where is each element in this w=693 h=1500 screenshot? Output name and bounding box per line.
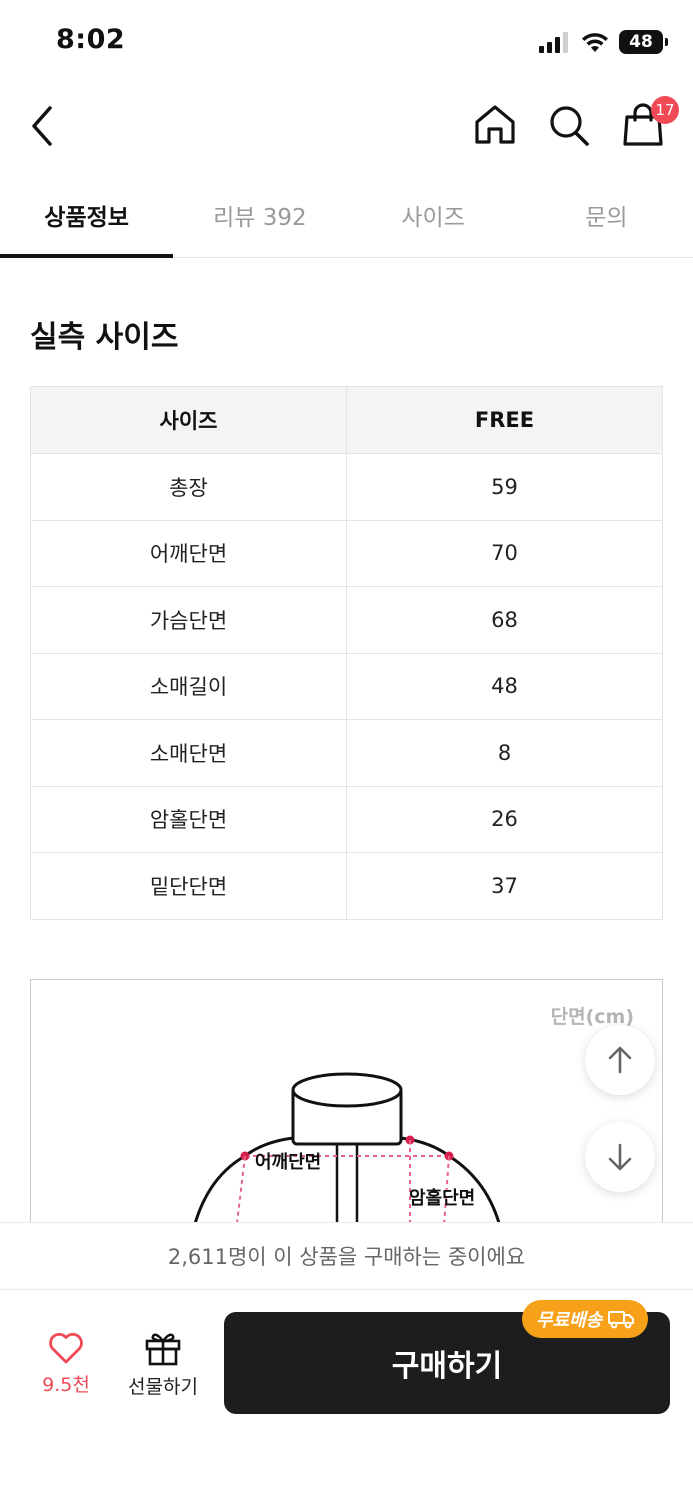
battery-indicator: 48 — [619, 30, 668, 54]
table-row: 소매길이 48 — [30, 652, 663, 720]
measurement-value: 37 — [346, 852, 663, 920]
nav-actions: 17 — [473, 96, 679, 148]
table-row: 가슴단면 68 — [30, 586, 663, 654]
like-count: 9.5천 — [42, 1374, 90, 1396]
measurement-value: 68 — [346, 586, 663, 654]
chevron-left-icon — [32, 106, 52, 146]
table-row: 암홀단면 26 — [30, 785, 663, 853]
measurement-value: 70 — [346, 519, 663, 587]
gift-icon — [145, 1333, 181, 1366]
tab-product-info[interactable]: 상품정보 — [0, 172, 174, 258]
label-shoulder-width: 어깨단면 — [255, 1152, 322, 1173]
measurement-value: 48 — [346, 652, 663, 720]
tab-inquiry[interactable]: 문의 — [520, 172, 693, 257]
tab-size[interactable]: 사이즈 — [347, 172, 520, 257]
home-button[interactable] — [473, 102, 517, 148]
back-button[interactable] — [24, 104, 64, 148]
label-armhole-width: 암홀단면 — [409, 1188, 476, 1209]
product-tabs: 상품정보 리뷰 392 사이즈 문의 — [0, 172, 693, 258]
top-nav-bar: 17 — [0, 84, 693, 170]
measurement-name: 어깨단면 — [30, 519, 347, 587]
heart-icon — [49, 1332, 83, 1364]
search-icon — [550, 106, 589, 146]
scroll-up-button[interactable] — [585, 1025, 655, 1095]
measurement-value: 8 — [346, 719, 663, 787]
measurement-name: 밑단단면 — [30, 852, 347, 920]
like-button[interactable]: 9.5천 — [30, 1332, 102, 1397]
delivery-truck-icon — [608, 1311, 635, 1329]
table-header-row: 사이즈 FREE — [30, 386, 663, 454]
arrow-down-icon — [608, 1143, 632, 1171]
bottom-purchase-bar: 9.5천 선물하기 구매하기 무료배송 — [0, 1290, 693, 1500]
buyers-notice: 2,611명이 이 상품을 구매하는 중이에요 — [0, 1222, 693, 1290]
wifi-icon — [582, 33, 608, 52]
measurement-name: 암홀단면 — [30, 785, 347, 853]
measurement-name: 가슴단면 — [30, 586, 347, 654]
free-shipping-badge: 무료배송 — [522, 1300, 649, 1338]
status-bar: 8:02 48 — [0, 0, 693, 84]
measurement-name: 소매길이 — [30, 652, 347, 720]
gift-label: 선물하기 — [128, 1376, 198, 1398]
status-icons: 48 — [539, 30, 668, 54]
measurement-value: 59 — [346, 453, 663, 521]
table-row: 밑단단면 37 — [30, 852, 663, 920]
measurement-name: 총장 — [30, 453, 347, 521]
measurement-value: 26 — [346, 785, 663, 853]
cart-count-badge: 17 — [651, 96, 679, 124]
measurement-name: 소매단면 — [30, 719, 347, 787]
table-row: 어깨단면 70 — [30, 519, 663, 587]
size-table: 사이즈 FREE 총장 59 어깨단면 70 가슴단면 68 소매길이 48 소… — [30, 386, 663, 920]
status-time: 8:02 — [56, 24, 126, 55]
home-icon — [475, 105, 515, 144]
free-shipping-label: 무료배송 — [536, 1310, 603, 1331]
section-title: 실측 사이즈 — [30, 320, 179, 355]
cellular-signal-icon — [539, 32, 568, 53]
table-row: 소매단면 8 — [30, 719, 663, 787]
table-header-size: 사이즈 — [30, 386, 347, 454]
gift-button[interactable]: 선물하기 — [118, 1330, 208, 1399]
table-row: 총장 59 — [30, 453, 663, 521]
cart-button[interactable]: 17 — [621, 96, 679, 148]
tab-reviews[interactable]: 리뷰 392 — [173, 172, 346, 257]
table-header-free: FREE — [346, 386, 663, 454]
search-button[interactable] — [547, 102, 591, 148]
arrow-up-icon — [608, 1046, 632, 1074]
scroll-down-button[interactable] — [585, 1122, 655, 1192]
